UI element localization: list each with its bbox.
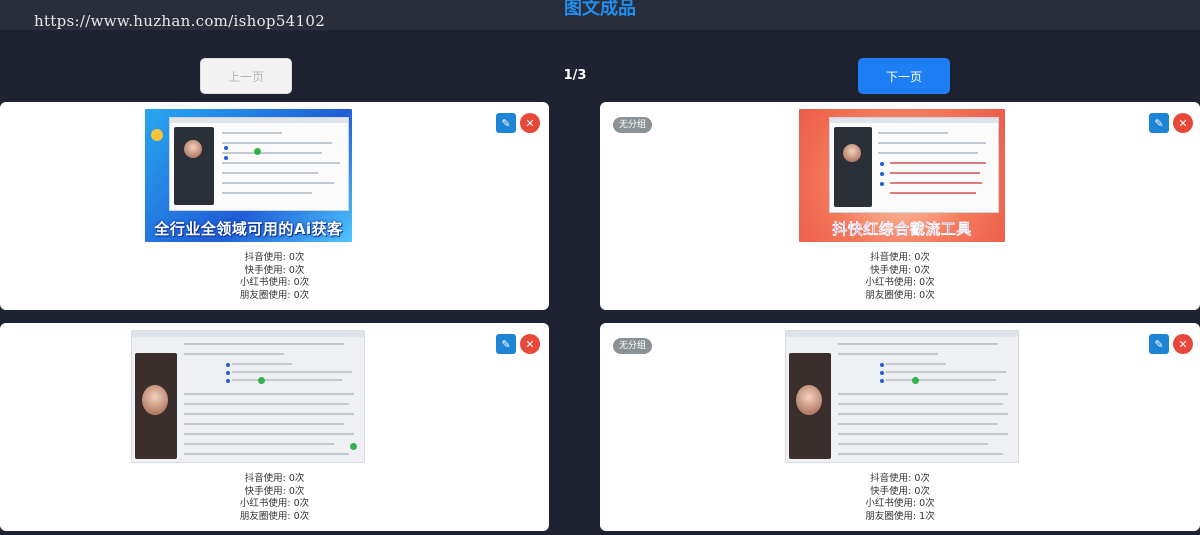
stat-xiaohongshu: 小红书使用: 0次 xyxy=(865,498,935,510)
stat-moments: 朋友圈使用: 0次 xyxy=(239,510,310,522)
pencil-icon: ✎ xyxy=(501,337,511,351)
screenshot-window xyxy=(829,117,999,213)
watermark-url: https://www.huzhan.com/ishop54102 xyxy=(34,12,326,30)
page-indicator: 1/3 xyxy=(563,68,587,83)
pencil-icon: ✎ xyxy=(501,116,511,130)
card-thumbnail[interactable] xyxy=(131,330,365,463)
stat-moments: 朋友圈使用: 0次 xyxy=(239,289,310,301)
edit-button[interactable]: ✎ xyxy=(496,113,516,133)
product-card: 无分组 ✎ ✕ 抖音使用: 0次 快手使用: 0次 小红书使用: 0次 朋友圈使… xyxy=(600,323,1200,531)
pencil-icon: ✎ xyxy=(1154,116,1164,130)
stat-kuaishou: 快手使用: 0次 xyxy=(244,485,305,497)
stat-xiaohongshu: 小红书使用: 0次 xyxy=(239,277,310,289)
usage-stats: 抖音使用: 0次 快手使用: 0次 小红书使用: 0次 朋友圈使用: 0次 xyxy=(0,252,549,302)
group-badge: 无分组 xyxy=(613,338,653,354)
stat-kuaishou: 快手使用: 0次 xyxy=(244,264,305,276)
delete-button[interactable]: ✕ xyxy=(520,334,540,354)
edit-button[interactable]: ✎ xyxy=(496,334,516,354)
usage-stats: 抖音使用: 0次 快手使用: 0次 小红书使用: 0次 朋友圈使用: 0次 xyxy=(600,252,1200,302)
stat-kuaishou: 快手使用: 0次 xyxy=(870,485,930,497)
prev-page-button[interactable]: 上一页 xyxy=(200,58,292,94)
stat-xiaohongshu: 小红书使用: 0次 xyxy=(239,498,310,510)
delete-button[interactable]: ✕ xyxy=(1173,113,1193,133)
close-icon: ✕ xyxy=(1178,337,1188,351)
close-icon: ✕ xyxy=(525,337,535,351)
stat-kuaishou: 快手使用: 0次 xyxy=(870,264,930,276)
stat-xiaohongshu: 小红书使用: 0次 xyxy=(865,277,935,289)
usage-stats: 抖音使用: 0次 快手使用: 0次 小红书使用: 0次 朋友圈使用: 0次 xyxy=(0,473,549,523)
card-thumbnail[interactable]: 抖快红综合截流工具 xyxy=(799,109,1005,242)
screenshot-window xyxy=(169,117,349,211)
group-badge: 无分组 xyxy=(613,117,653,133)
card-thumbnail[interactable]: 全行业全领域可用的Ai获客 xyxy=(145,109,352,242)
close-icon: ✕ xyxy=(1178,116,1188,130)
stat-douyin: 抖音使用: 0次 xyxy=(244,473,305,484)
stat-moments: 朋友圈使用: 1次 xyxy=(865,510,935,522)
close-icon: ✕ xyxy=(525,116,535,130)
delete-button[interactable]: ✕ xyxy=(1173,334,1193,354)
next-page-button[interactable]: 下一页 xyxy=(858,58,950,94)
product-card: 全行业全领域可用的Ai获客 ✎ ✕ 抖音使用: 0次 快手使用: 0次 小红书使… xyxy=(0,102,549,310)
thumbnail-caption: 抖快红综合截流工具 xyxy=(832,219,972,238)
stat-moments: 朋友圈使用: 0次 xyxy=(865,289,935,301)
product-card: 无分组 抖快红综合截流工具 ✎ ✕ 抖音使用: 0次 快手使用: 0次 小红书使… xyxy=(600,102,1200,310)
usage-stats: 抖音使用: 0次 快手使用: 0次 小红书使用: 0次 朋友圈使用: 1次 xyxy=(600,473,1200,523)
edit-button[interactable]: ✎ xyxy=(1149,334,1169,354)
edit-button[interactable]: ✎ xyxy=(1149,113,1169,133)
stat-douyin: 抖音使用: 0次 xyxy=(870,473,930,484)
stat-douyin: 抖音使用: 0次 xyxy=(244,252,305,263)
delete-button[interactable]: ✕ xyxy=(520,113,540,133)
card-thumbnail[interactable] xyxy=(785,330,1019,463)
pencil-icon: ✎ xyxy=(1154,337,1164,351)
thumbnail-caption: 全行业全领域可用的Ai获客 xyxy=(154,219,343,238)
product-card: ✎ ✕ 抖音使用: 0次 快手使用: 0次 小红书使用: 0次 朋友圈使用: 0… xyxy=(0,323,549,531)
stat-douyin: 抖音使用: 0次 xyxy=(870,252,930,263)
